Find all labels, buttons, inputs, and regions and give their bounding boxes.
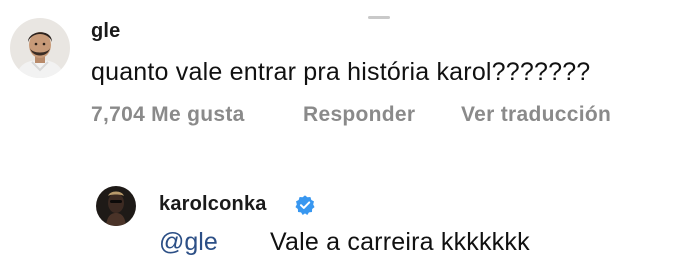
decorative-mark <box>368 16 390 19</box>
like-count[interactable]: 7,704 Me gusta <box>91 103 245 127</box>
user-avatar-icon <box>96 186 136 226</box>
avatar[interactable] <box>10 18 70 78</box>
comment-text: quanto vale entrar pra história karol???… <box>91 58 591 86</box>
reply-text: Vale a carreira kkkkkkk <box>270 228 530 256</box>
reply-username[interactable]: karolconka <box>159 193 267 216</box>
reply-button[interactable]: Responder <box>303 103 415 127</box>
comment-username[interactable]: gle <box>91 20 121 43</box>
verified-badge-icon <box>295 195 315 215</box>
see-translation-button[interactable]: Ver traducción <box>461 103 611 127</box>
comment-thread: gle quanto vale entrar pra história karo… <box>0 0 680 270</box>
user-avatar-icon <box>10 18 70 78</box>
avatar[interactable] <box>96 186 136 226</box>
mention-link[interactable]: @gle <box>159 228 218 257</box>
